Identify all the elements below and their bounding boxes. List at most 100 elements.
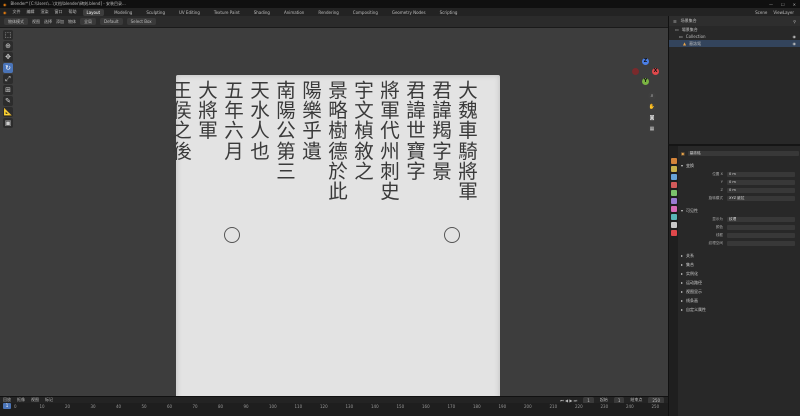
3d-viewport[interactable]: 大魏車騎將軍君諱羯字景君諱世寶字將軍代州刺史宇文楨敘之景略樹德於此陽樂乎遺南陽公… — [0, 28, 668, 403]
outliner-editor-icon[interactable]: ☰ — [673, 19, 677, 24]
camera-icon[interactable]: ◙ — [648, 114, 656, 122]
menu-help[interactable]: 帮助 — [69, 9, 77, 15]
select-box-tool[interactable]: ⬚ — [3, 30, 13, 40]
cursor-tool[interactable]: ⊕ — [3, 41, 13, 51]
properties-tab-icon[interactable] — [670, 198, 677, 204]
property-value-field[interactable]: 纹理 — [727, 216, 795, 222]
mesh-object-icon: ▲ — [683, 41, 687, 46]
blender-menu-icon[interactable]: ◉ — [3, 10, 7, 15]
workspace-tab-texture-paint[interactable]: Texture Paint — [210, 9, 244, 16]
minimize-button[interactable]: — — [769, 2, 773, 7]
properties-section-header[interactable]: ▸ 线条画 — [681, 297, 799, 304]
filter-icon[interactable]: ⚲ — [793, 19, 800, 24]
properties-tab-icon[interactable] — [670, 182, 677, 188]
view-layer-selector[interactable]: ViewLayer — [773, 10, 800, 15]
properties-tab-icon[interactable] — [670, 222, 677, 228]
inscription-char: 第 — [276, 139, 296, 163]
property-value-field[interactable]: 0 m — [727, 179, 795, 185]
mode-dropdown[interactable]: 物体模式 — [4, 18, 28, 25]
transform-tool[interactable]: ⊞ — [3, 85, 13, 95]
gizmo-x-axis[interactable]: X — [652, 68, 659, 75]
orientation-dropdown[interactable]: 全局 — [80, 18, 96, 25]
menu-render[interactable]: 渲染 — [41, 9, 49, 15]
menu-view[interactable]: 视图 — [32, 19, 40, 25]
outliner-row[interactable]: ▭ 場景集合 — [669, 26, 800, 33]
rotate-tool[interactable]: ↻ — [3, 63, 13, 73]
properties-tab-icon[interactable] — [670, 174, 677, 180]
section-label: 关系 — [686, 252, 695, 258]
section-label: 运动路径 — [686, 279, 703, 285]
move-tool[interactable]: ✥ — [3, 52, 13, 62]
zoom-icon[interactable]: ⌕ — [648, 92, 656, 100]
gizmo-y-axis[interactable]: Y — [642, 78, 649, 85]
outliner-header: ☰ 场景集合 ⚲ — [669, 16, 800, 26]
property-value-field[interactable]: XYZ 欧拉 — [727, 195, 795, 201]
property-value-field[interactable]: 0 m — [727, 171, 795, 177]
properties-section-header[interactable]: ▸ 集合 — [681, 261, 799, 268]
properties-tab-icon[interactable] — [670, 206, 677, 212]
inscription-char: 水 — [250, 99, 270, 123]
menu-select[interactable]: 选择 — [44, 19, 52, 25]
properties-panel: ▣ 墓誌銘 ▾ 变换 位置 X0 mY0 mZ0 m 旋转模式 XYZ 欧拉 ▾ 可见性 显示… — [668, 144, 800, 416]
property-value-field[interactable] — [727, 232, 795, 238]
outliner-row[interactable]: ▭ Collection ◉ — [669, 33, 800, 40]
properties-section-header[interactable]: ▾ 可见性 — [681, 207, 799, 214]
workspace-tab-compositing[interactable]: Compositing — [349, 9, 382, 16]
annotate-tool[interactable]: ✎ — [3, 96, 13, 106]
properties-tab-icon[interactable] — [670, 166, 677, 172]
frame-ruler[interactable]: 1 0 10 20 30 40 50 60 70 80 90 100 110 120 130 140 150 1… — [0, 403, 668, 416]
menu-edit[interactable]: 编辑 — [27, 9, 35, 15]
select-mode-dropdown[interactable]: Select Box — [126, 18, 156, 25]
grid-icon[interactable]: ▦ — [648, 125, 656, 133]
scene-selector[interactable]: Scene — [755, 10, 767, 15]
outliner-row[interactable]: ▲ 墓誌銘 ◉ — [669, 40, 800, 47]
pan-hand-icon[interactable]: ✋ — [648, 103, 656, 111]
workspace-tab-geometry-nodes[interactable]: Geometry Nodes — [388, 9, 430, 16]
workspace-tab-sculpting[interactable]: Sculpting — [142, 9, 169, 16]
properties-section-header[interactable]: ▾ 变换 — [681, 162, 799, 169]
workspace-tab-shading[interactable]: Shading — [250, 9, 274, 16]
playhead[interactable]: 1 — [3, 403, 11, 409]
properties-section-header[interactable]: ▸ 关系 — [681, 252, 799, 259]
pivot-dropdown[interactable]: Default — [100, 18, 123, 25]
visibility-eye-icon[interactable]: ◉ — [793, 41, 800, 46]
workspace-tab-scripting[interactable]: Scripting — [436, 9, 462, 16]
menu-object[interactable]: 物体 — [68, 19, 76, 25]
section-label: 线条画 — [686, 297, 699, 303]
properties-tab-icon[interactable] — [670, 158, 677, 164]
menu-window[interactable]: 窗口 — [55, 9, 63, 15]
properties-section-header[interactable]: ▸ 实例化 — [681, 270, 799, 277]
properties-section-header[interactable]: ▸ 自定义属性 — [681, 306, 799, 313]
gizmo-z-axis[interactable]: Z — [642, 58, 649, 65]
workspace-tab-animation[interactable]: Animation — [280, 9, 308, 16]
measure-tool[interactable]: 📐 — [3, 107, 13, 117]
properties-tab-icon[interactable] — [670, 230, 677, 236]
maximize-button[interactable]: ☐ — [781, 2, 785, 7]
property-row: 位置 X 0 m — [679, 171, 800, 177]
property-value-field[interactable] — [727, 240, 795, 246]
navigation-gizmo[interactable]: X Y Z — [628, 58, 664, 90]
gizmo-neg-x[interactable] — [632, 68, 639, 75]
play-controls[interactable]: ⏮ ◀ ▶ ⏭ — [560, 398, 577, 403]
outliner-row-label: 場景集合 — [681, 26, 698, 32]
workspace-tab-modeling[interactable]: Modeling — [110, 9, 136, 16]
property-value-field[interactable]: 0 m — [727, 187, 795, 193]
workspace-tab-layout[interactable]: Layout — [82, 8, 105, 16]
menu-add[interactable]: 添加 — [56, 19, 64, 25]
properties-tab-icon[interactable] — [670, 190, 677, 196]
frame-tick-label: 180 — [473, 404, 481, 409]
add-cube-tool[interactable]: ▣ — [3, 118, 13, 128]
properties-tab-icon[interactable] — [670, 214, 677, 220]
close-button[interactable]: ✕ — [793, 2, 796, 7]
workspace-tab-rendering[interactable]: Rendering — [314, 9, 342, 16]
property-value-field[interactable] — [727, 224, 795, 230]
workspace-tab-uv-editing[interactable]: UV Editing — [175, 9, 204, 16]
menu-file[interactable]: 文件 — [13, 9, 21, 15]
scale-tool[interactable]: ⤢ — [3, 74, 13, 84]
object-name-field[interactable]: 墓誌銘 — [687, 151, 799, 156]
properties-section-header[interactable]: ▸ 运动路径 — [681, 279, 799, 286]
properties-section-header[interactable]: ▸ 视图显示 — [681, 288, 799, 295]
stele-rubbing-plane[interactable]: 大魏車騎將軍君諱羯字景君諱世寶字將軍代州刺史宇文楨敘之景略樹德於此陽樂乎遺南陽公… — [172, 75, 500, 403]
frame-tick-label: 190 — [498, 404, 507, 409]
visibility-eye-icon[interactable]: ◉ — [793, 34, 800, 39]
